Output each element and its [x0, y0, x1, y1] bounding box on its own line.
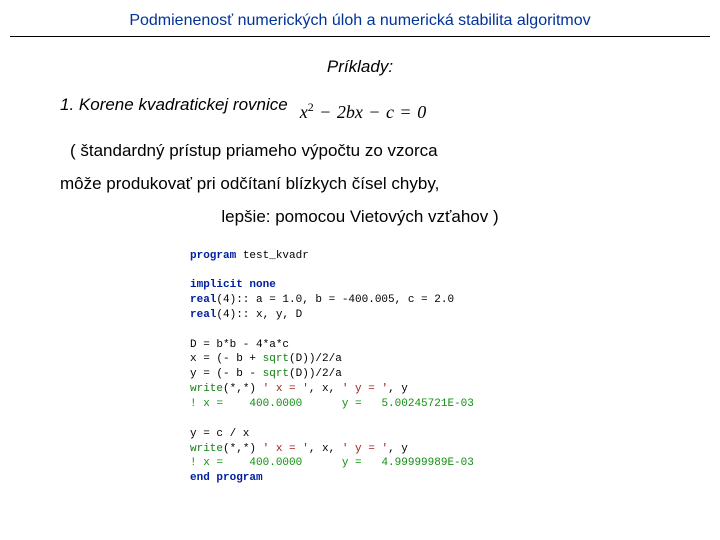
code-kw-program: program [190, 250, 236, 262]
formula-eq: = [401, 102, 411, 122]
code-w2d: , x, [309, 443, 342, 455]
code-y-c: (D))/2/a [289, 368, 342, 380]
code-decl-1: (4):: a = 1.0, b = -400.005, c = 2.0 [216, 294, 454, 306]
code-D: D = b*b - 4*a*c [190, 339, 289, 351]
formula-zero: 0 [417, 102, 426, 122]
slide-title: Podmienenosť numerických úloh a numerick… [129, 12, 590, 29]
slide-content: Príklady: 1. Korene kvadratickej rovnice… [0, 37, 720, 486]
fortran-code-block: program test_kvadr implicit none real(4)… [190, 249, 530, 487]
code-w1c: ' x = ' [263, 383, 309, 395]
slide-header: Podmienenosť numerických úloh a numerick… [10, 0, 710, 37]
formula-minus-2: − [369, 102, 379, 122]
formula-2bx: 2bx [337, 102, 363, 122]
code-kw-implicit: implicit none [190, 279, 276, 291]
code-w2e: ' y = ' [342, 443, 388, 455]
code-w2f: , y [388, 443, 408, 455]
code-write-2: write [190, 443, 223, 455]
code-decl-2: (4):: x, y, D [216, 309, 302, 321]
code-comment-1a: ! [190, 398, 197, 410]
code-w2c: ' x = ' [263, 443, 309, 455]
quadratic-formula: x2 − 2bx − c = 0 [300, 100, 426, 123]
code-x-c: (D))/2/a [289, 353, 342, 365]
example-1-line-3: lepšie: pomocou Vietových vzťahov ) [60, 203, 660, 230]
code-comment-1b: x = 400.0000 y = 5.00245721E-03 [197, 398, 474, 410]
code-sqrt-1: sqrt [263, 353, 289, 365]
code-w1b: (*,*) [223, 383, 263, 395]
code-kw-end: end program [190, 472, 263, 484]
code-comment-2a: ! [190, 457, 197, 469]
example-1-line-2: môže produkovať pri odčítaní blízkych čí… [60, 170, 660, 197]
example-1-heading-row: 1. Korene kvadratickej rovnice x2 − 2bx … [60, 95, 660, 127]
code-y-cx: y = c / x [190, 428, 249, 440]
formula-x: x [300, 102, 308, 122]
formula-minus-1: − [320, 102, 330, 122]
code-kw-real-1: real [190, 294, 216, 306]
examples-label: Príklady: [60, 57, 660, 77]
example-1-heading: 1. Korene kvadratickej rovnice [60, 95, 288, 115]
code-sqrt-2: sqrt [263, 368, 289, 380]
code-w1f: , y [388, 383, 408, 395]
formula-c: c [386, 102, 394, 122]
code-y-a: y = (- b - [190, 368, 263, 380]
code-w1d: , x, [309, 383, 342, 395]
code-w1e: ' y = ' [342, 383, 388, 395]
example-1-line-1: ( štandardný prístup priameho výpočtu zo… [70, 137, 660, 164]
formula-exp: 2 [308, 100, 314, 114]
code-x-a: x = (- b + [190, 353, 263, 365]
code-comment-2b: x = 400.0000 y = 4.99999989E-03 [197, 457, 474, 469]
code-write-1: write [190, 383, 223, 395]
code-w2b: (*,*) [223, 443, 263, 455]
code-kw-real-2: real [190, 309, 216, 321]
code-progname: test_kvadr [236, 250, 309, 262]
